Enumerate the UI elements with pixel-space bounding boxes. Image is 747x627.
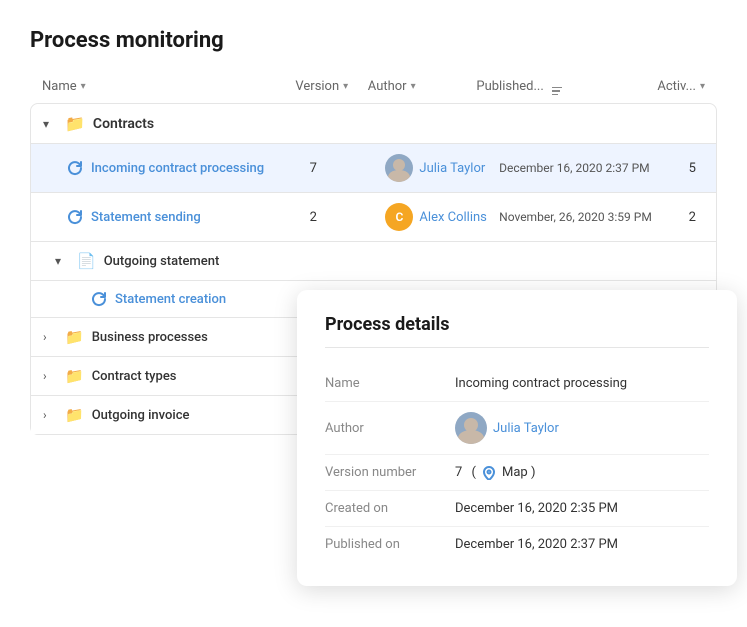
author-avatar: C <box>385 203 413 231</box>
row-name-cell: Statement sending <box>43 209 310 225</box>
row-author-cell: C Alex Collins <box>385 203 499 231</box>
process-sync-icon <box>67 160 83 176</box>
detail-value-name: Incoming contract processing <box>455 376 627 391</box>
outgoinginvoice-expand-icon[interactable]: › <box>43 408 57 422</box>
page-title: Process monitoring <box>30 28 717 53</box>
folder-icon: 📁 <box>65 367 84 385</box>
contracttypes-label: Contract types <box>92 369 177 384</box>
detail-label-author: Author <box>325 421 455 436</box>
contracttypes-expand-icon[interactable]: › <box>43 369 57 383</box>
detail-label-created: Created on <box>325 501 455 516</box>
folder-icon: 📁 <box>65 406 84 424</box>
row-activity-cell: 2 <box>689 210 704 225</box>
detail-value-published: December 16, 2020 2:37 PM <box>455 537 618 552</box>
process-sync-icon <box>67 209 83 225</box>
row-name-text: Statement sending <box>91 210 201 225</box>
table-row[interactable]: Statement sending 2 C Alex Collins Novem… <box>31 193 716 242</box>
folder-icon: 📁 <box>65 328 84 346</box>
outgoing-label: Outgoing statement <box>104 254 220 269</box>
col-header-name[interactable]: Name <box>42 79 295 94</box>
contracts-expand-icon[interactable]: ▾ <box>43 117 57 131</box>
detail-label-name: Name <box>325 376 455 391</box>
version-sort-icon <box>343 81 348 92</box>
activity-sort-icon <box>700 81 705 92</box>
col-header-published[interactable]: Published... <box>476 77 657 95</box>
process-sync-icon <box>91 291 107 307</box>
row-name-text: Incoming contract processing <box>91 161 264 176</box>
subgroup-outgoing[interactable]: ▾ 📄 Outgoing statement <box>31 242 716 281</box>
col-header-activity[interactable]: Activ... <box>657 79 705 94</box>
row-author-cell: Julia Taylor <box>385 154 499 182</box>
col-header-author[interactable]: Author <box>368 79 477 94</box>
detail-row-version: Version number 7 ( Map ) <box>325 455 709 491</box>
business-label: Business processes <box>92 330 208 345</box>
detail-author-avatar <box>455 412 487 444</box>
detail-row-published: Published on December 16, 2020 2:37 PM <box>325 527 709 562</box>
row-name-cell: Statement creation <box>43 291 313 307</box>
author-sort-icon <box>411 81 416 92</box>
business-expand-icon[interactable]: › <box>43 330 57 344</box>
row-version-cell: 7 <box>310 161 386 176</box>
doc-icon: 📄 <box>77 252 96 270</box>
col-header-version[interactable]: Version <box>295 79 367 94</box>
row-published-cell: December 16, 2020 2:37 PM <box>499 161 689 175</box>
detail-row-created: Created on December 16, 2020 2:35 PM <box>325 491 709 527</box>
process-details-panel: Process details Name Incoming contract p… <box>297 290 737 586</box>
contracts-label: Contracts <box>93 116 154 132</box>
row-name-cell: Incoming contract processing <box>43 160 310 176</box>
row-activity-cell: 5 <box>689 161 704 176</box>
table-row[interactable]: Incoming contract processing 7 Julia Tay… <box>31 144 716 193</box>
detail-value-created: December 16, 2020 2:35 PM <box>455 501 618 516</box>
author-avatar <box>385 154 413 182</box>
detail-row-author: Author Julia Taylor <box>325 402 709 455</box>
detail-value-version: 7 ( Map ) <box>455 465 535 480</box>
detail-value-author: Julia Taylor <box>455 412 559 444</box>
name-sort-icon <box>81 81 86 92</box>
row-published-cell: November, 26, 2020 3:59 PM <box>499 210 689 224</box>
row-version-cell: 2 <box>310 210 386 225</box>
map-icon <box>482 466 496 480</box>
column-headers: Name Version Author Published... Activ..… <box>30 77 717 95</box>
outgoing-expand-icon[interactable]: ▾ <box>55 254 69 268</box>
contracts-folder-icon: 📁 <box>65 114 85 133</box>
detail-label-published: Published on <box>325 537 455 552</box>
group-contracts[interactable]: ▾ 📁 Contracts <box>31 104 716 144</box>
detail-author-link[interactable]: Julia Taylor <box>493 421 559 436</box>
detail-label-version: Version number <box>325 465 455 480</box>
outgoinginvoice-label: Outgoing invoice <box>92 408 190 423</box>
sort-bars-icon <box>548 77 562 95</box>
row-name-text: Statement creation <box>115 292 226 307</box>
details-panel-title: Process details <box>325 314 709 348</box>
detail-row-name: Name Incoming contract processing <box>325 366 709 402</box>
